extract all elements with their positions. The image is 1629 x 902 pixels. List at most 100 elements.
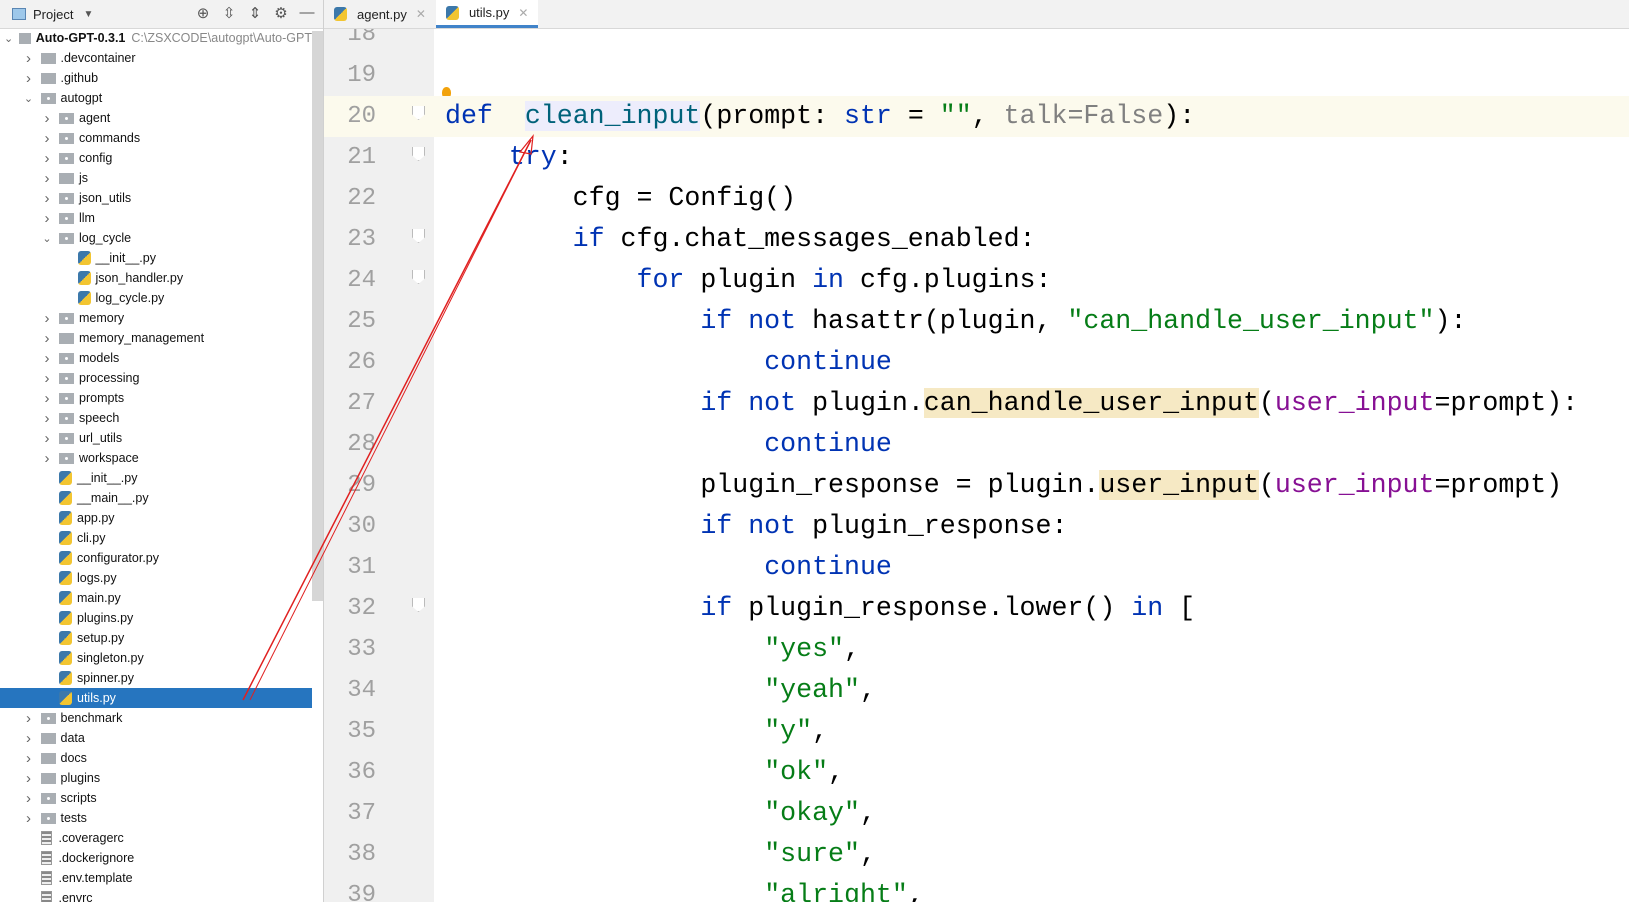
chevron-right-icon[interactable]: › <box>41 130 53 147</box>
tree-item[interactable]: spinner.py <box>0 668 312 688</box>
chevron-right-icon[interactable]: › <box>23 770 35 787</box>
chevron-right-icon[interactable]: › <box>41 370 53 387</box>
tree-item[interactable]: log_cycle.py <box>0 288 312 308</box>
tree-item[interactable]: › json_utils <box>0 188 312 208</box>
locate-icon[interactable]: ⊕ <box>195 4 211 22</box>
tab-utils-py[interactable]: utils.py ✕ <box>435 0 539 28</box>
code-line[interactable] <box>434 55 1629 96</box>
chevron-right-icon[interactable]: › <box>41 350 53 367</box>
code-line[interactable]: if plugin_response.lower() in [ <box>434 588 1629 629</box>
collapse-all-icon[interactable]: ⇕ <box>247 4 263 22</box>
tree-item[interactable]: › .devcontainer <box>0 48 312 68</box>
chevron-right-icon[interactable]: › <box>41 450 53 467</box>
fold-marker-icon[interactable] <box>412 229 425 243</box>
tree-item[interactable]: › llm <box>0 208 312 228</box>
code-line[interactable]: def clean_input(prompt: str = "", talk=F… <box>434 96 1629 137</box>
code-line[interactable]: if not hasattr(plugin, "can_handle_user_… <box>434 301 1629 342</box>
code-line[interactable]: if not plugin_response: <box>434 506 1629 547</box>
tree-item[interactable]: main.py <box>0 588 312 608</box>
tree-item[interactable]: › tests <box>0 808 312 828</box>
chevron-right-icon[interactable]: › <box>23 810 35 827</box>
tree-item[interactable]: › speech <box>0 408 312 428</box>
tree-item[interactable]: .envrc <box>0 888 312 902</box>
code-line[interactable]: plugin_response = plugin.user_input(user… <box>434 465 1629 506</box>
chevron-right-icon[interactable]: › <box>41 430 53 447</box>
chevron-right-icon[interactable]: › <box>23 750 35 767</box>
chevron-right-icon[interactable]: › <box>23 790 35 807</box>
code-line[interactable]: "okay", <box>434 793 1629 834</box>
chevron-right-icon[interactable]: › <box>41 110 53 127</box>
chevron-right-icon[interactable]: › <box>41 170 53 187</box>
tree-item[interactable]: json_handler.py <box>0 268 312 288</box>
chevron-right-icon[interactable]: › <box>41 150 53 167</box>
fold-marker-icon[interactable] <box>412 147 425 161</box>
code-line[interactable]: "yeah", <box>434 670 1629 711</box>
code-line[interactable]: "y", <box>434 711 1629 752</box>
code-line[interactable]: continue <box>434 424 1629 465</box>
tree-item[interactable]: cli.py <box>0 528 312 548</box>
tree-root[interactable]: ⌄ Auto-GPT-0.3.1 C:\ZSXCODE\autogpt\Auto… <box>0 28 312 48</box>
tree-item[interactable]: __main__.py <box>0 488 312 508</box>
tree-item[interactable]: › .github <box>0 68 312 88</box>
tree-item[interactable]: › docs <box>0 748 312 768</box>
fold-marker-icon[interactable] <box>412 270 425 284</box>
chevron-right-icon[interactable]: › <box>23 730 35 747</box>
expand-all-icon[interactable]: ⇳ <box>221 4 237 22</box>
tree-item[interactable]: singleton.py <box>0 648 312 668</box>
tree-item[interactable]: plugins.py <box>0 608 312 628</box>
code-line[interactable]: "sure", <box>434 834 1629 875</box>
code-line[interactable]: "yes", <box>434 629 1629 670</box>
tab-agent-py[interactable]: agent.py ✕ <box>324 0 436 28</box>
code-line[interactable] <box>434 29 1629 55</box>
tree-item[interactable]: › data <box>0 728 312 748</box>
tree-item[interactable]: ⌄ log_cycle <box>0 228 312 248</box>
tree-item[interactable]: › workspace <box>0 448 312 468</box>
tree-item[interactable]: .coveragerc <box>0 828 312 848</box>
minimize-icon[interactable]: — <box>299 4 315 22</box>
tree-item[interactable]: __init__.py <box>0 248 312 268</box>
tree-item[interactable]: › prompts <box>0 388 312 408</box>
tree-item[interactable]: app.py <box>0 508 312 528</box>
code-line[interactable]: cfg = Config() <box>434 178 1629 219</box>
tree-item[interactable]: setup.py <box>0 628 312 648</box>
gear-icon[interactable]: ⚙ <box>273 4 289 22</box>
tree-item[interactable]: › plugins <box>0 768 312 788</box>
tree-item[interactable]: › scripts <box>0 788 312 808</box>
project-scrollbar[interactable] <box>312 31 323 601</box>
chevron-right-icon[interactable]: › <box>23 70 35 87</box>
chevron-right-icon[interactable]: › <box>41 190 53 207</box>
code-line[interactable]: if not plugin.can_handle_user_input(user… <box>434 383 1629 424</box>
chevron-right-icon[interactable]: › <box>23 710 35 727</box>
tree-item[interactable]: › agent <box>0 108 312 128</box>
tree-item[interactable]: › processing <box>0 368 312 388</box>
chevron-right-icon[interactable]: › <box>23 50 35 67</box>
tree-item[interactable]: › config <box>0 148 312 168</box>
tree-item[interactable]: __init__.py <box>0 468 312 488</box>
tree-item[interactable]: configurator.py <box>0 548 312 568</box>
tree-item[interactable]: logs.py <box>0 568 312 588</box>
code-line[interactable]: for plugin in cfg.plugins: <box>434 260 1629 301</box>
code-line[interactable]: continue <box>434 547 1629 588</box>
code-editor[interactable]: def clean_input(prompt: str = "", talk=F… <box>434 29 1629 902</box>
chevron-down-icon[interactable]: ⌄ <box>23 92 35 105</box>
tree-item[interactable]: .env.template <box>0 868 312 888</box>
chevron-down-icon[interactable]: ⌄ <box>41 232 53 245</box>
chevron-down-icon[interactable]: ▼ <box>83 9 93 20</box>
close-icon[interactable]: ✕ <box>518 6 528 20</box>
close-icon[interactable]: ✕ <box>416 7 426 21</box>
chevron-down-icon[interactable]: ⌄ <box>4 32 13 45</box>
fold-marker-icon[interactable] <box>412 598 425 612</box>
code-line[interactable]: "alright", <box>434 875 1629 902</box>
tree-item[interactable]: › url_utils <box>0 428 312 448</box>
code-line[interactable]: "ok", <box>434 752 1629 793</box>
chevron-right-icon[interactable]: › <box>41 410 53 427</box>
tree-item[interactable]: › memory <box>0 308 312 328</box>
tree-item[interactable]: utils.py <box>0 688 312 708</box>
chevron-right-icon[interactable]: › <box>41 390 53 407</box>
code-line[interactable]: continue <box>434 342 1629 383</box>
chevron-right-icon[interactable]: › <box>41 210 53 227</box>
tree-item[interactable]: › benchmark <box>0 708 312 728</box>
tree-item[interactable]: › js <box>0 168 312 188</box>
tree-item[interactable]: .dockerignore <box>0 848 312 868</box>
code-line[interactable]: try: <box>434 137 1629 178</box>
